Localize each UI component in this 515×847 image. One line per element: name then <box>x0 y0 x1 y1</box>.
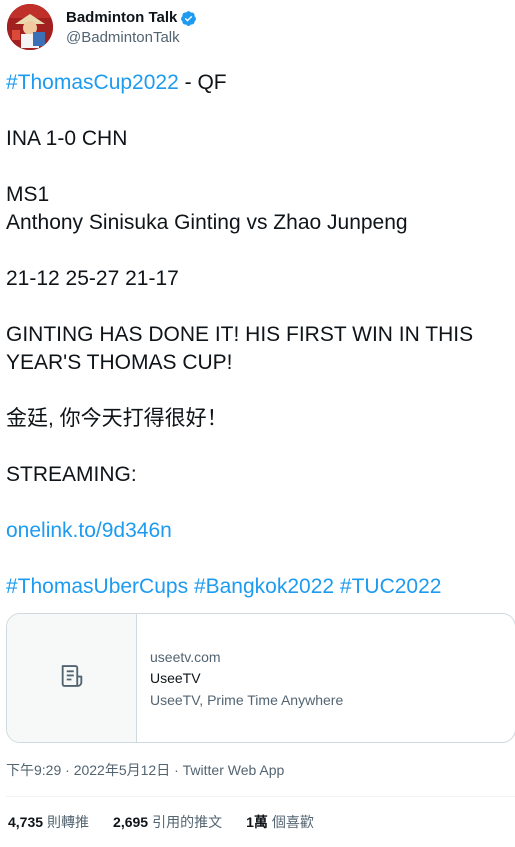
likes-stat[interactable]: 1萬 個喜歡 <box>246 813 314 831</box>
tweet-line-headline-1: GINTING HAS DONE IT! HIS FIRST WIN IN TH… <box>6 322 473 348</box>
tweet-line-players: Anthony Sinisuka Ginting vs Zhao Junpeng <box>6 210 408 236</box>
tweet-line-hashtags: #ThomasUberCups #Bangkok2022 #TUC2022 <box>6 574 441 600</box>
tweet-text: - QF <box>178 71 227 94</box>
card-body: useetv.com UseeTV UseeTV, Prime Time Any… <box>137 614 343 742</box>
hashtag-link[interactable]: #TUC2022 <box>340 575 442 598</box>
tweet-line-chinese: 金廷, 你今天打得很好！ <box>6 406 228 432</box>
tweet-text: YEAR'S THOMAS CUP! <box>6 351 233 374</box>
tweet-text: 21-12 25-27 21-17 <box>6 267 179 290</box>
hashtag-link[interactable]: #ThomasUberCups <box>6 575 188 598</box>
tweet-text: 金廷, 你今天打得很好！ <box>6 407 228 430</box>
quotes-label: 引用的推文 <box>152 814 223 830</box>
retweets-stat[interactable]: 4,735 則轉推 <box>8 813 89 831</box>
tweet-meta: 下午9:29 · 2022年5月12日 · Twitter Web App <box>6 761 284 779</box>
tweet-line-streaming: STREAMING: <box>6 462 137 488</box>
hashtag-link[interactable]: #ThomasCup2022 <box>6 71 179 94</box>
tweet-stats: 4,735 則轉推 2,695 引用的推文 1萬 個喜歡 <box>8 813 314 831</box>
tweet-text: GINTING HAS DONE IT! HIS FIRST WIN IN TH… <box>6 323 474 346</box>
tweet-line-url: onelink.to/9d346n <box>6 518 172 544</box>
url-link[interactable]: onelink.to/9d346n <box>6 519 172 542</box>
tweet-line-hashtag-qf: #ThomasCup2022 - QF <box>6 70 227 96</box>
card-description: UseeTV, Prime Time Anywhere <box>150 692 344 708</box>
tweet-text: Anthony Sinisuka Ginting vs Zhao Junpeng <box>6 211 408 234</box>
tweet-text: STREAMING: <box>6 463 137 486</box>
likes-label: 個喜歡 <box>271 814 314 830</box>
divider <box>6 796 515 797</box>
tweet-text: INA 1-0 CHN <box>6 127 128 150</box>
author-display-name[interactable]: Badminton Talk <box>66 9 197 27</box>
quotes-count: 2,695 <box>113 814 149 830</box>
tweet-timestamp[interactable]: 下午9:29 · 2022年5月12日 <box>6 762 170 778</box>
tweet-detail: Badminton Talk @BadmintonTalk #ThomasCup… <box>0 0 515 847</box>
retweets-count: 4,735 <box>8 814 44 830</box>
tweet-line-scores: 21-12 25-27 21-17 <box>6 266 179 292</box>
hashtag-link[interactable]: #Bangkok2022 <box>194 575 334 598</box>
tweet-line-headline-2: YEAR'S THOMAS CUP! <box>6 350 233 376</box>
author-handle[interactable]: @BadmintonTalk <box>66 29 180 47</box>
tweet-line-score-summary: INA 1-0 CHN <box>6 126 127 152</box>
tweet-text: MS1 <box>6 183 50 206</box>
author-name-text: Badminton Talk <box>66 9 178 26</box>
quotes-stat[interactable]: 2,695 引用的推文 <box>113 813 222 831</box>
card-domain: useetv.com <box>150 649 221 665</box>
likes-count: 1萬 <box>246 814 268 830</box>
document-icon <box>58 662 86 695</box>
avatar[interactable] <box>7 4 53 50</box>
meta-separator: · <box>170 762 183 778</box>
card-title: UseeTV <box>150 670 201 686</box>
tweet-line-match: MS1 <box>6 182 49 208</box>
tweet-source[interactable]: Twitter Web App <box>183 762 285 778</box>
verified-badge-icon <box>180 10 197 27</box>
retweets-label: 則轉推 <box>47 814 90 830</box>
card-media <box>7 614 137 742</box>
link-preview-card[interactable]: useetv.com UseeTV UseeTV, Prime Time Any… <box>6 613 515 743</box>
